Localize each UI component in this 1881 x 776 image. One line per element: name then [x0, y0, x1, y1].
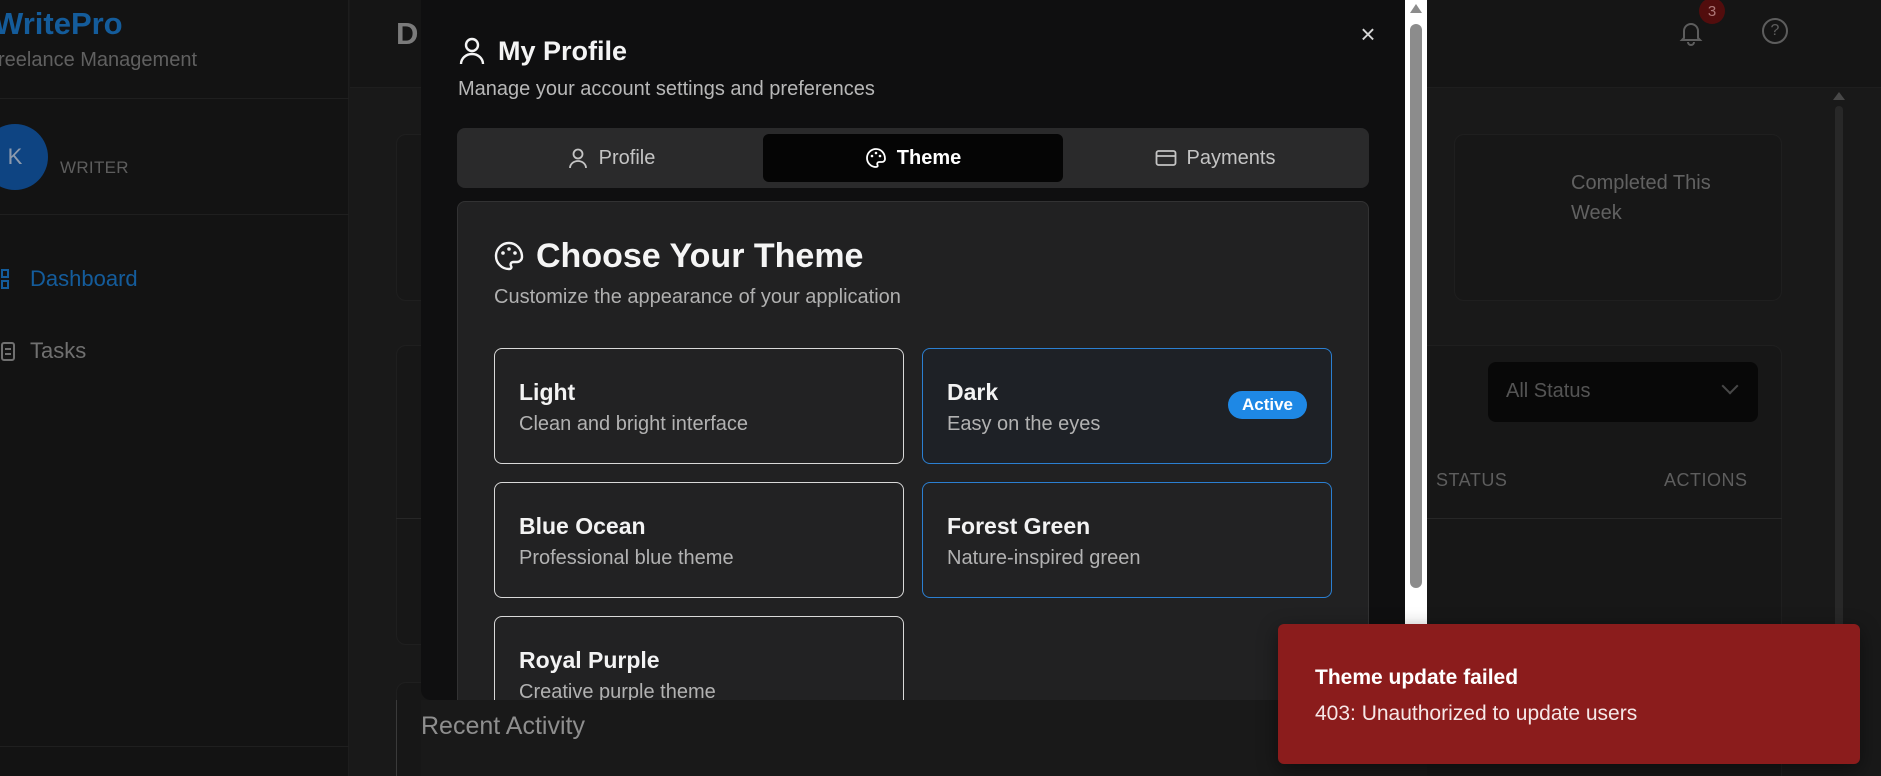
theme-option-forest-green[interactable]: Forest Green Nature-inspired green	[922, 482, 1332, 598]
theme-option-dark[interactable]: Dark Easy on the eyes Active	[922, 348, 1332, 464]
card-edge	[396, 700, 397, 776]
theme-option-name: Blue Ocean	[519, 513, 646, 539]
modal-scrollbar[interactable]	[1405, 0, 1427, 624]
tab-label: Payments	[1186, 146, 1276, 169]
toast-title: Theme update failed	[1315, 666, 1519, 689]
palette-icon	[865, 148, 886, 168]
theme-option-blue-ocean[interactable]: Blue Ocean Professional blue theme	[494, 482, 904, 598]
theme-option-description: Professional blue theme	[519, 547, 734, 569]
scrollbar-thumb[interactable]	[1410, 24, 1422, 588]
tab-label: Theme	[896, 146, 962, 169]
palette-icon	[494, 241, 524, 271]
modal-subtitle: Manage your account settings and prefere…	[458, 78, 875, 100]
theme-section-title: Choose Your Theme	[536, 237, 864, 275]
scroll-up-arrow[interactable]	[1410, 4, 1422, 13]
theme-option-name: Light	[519, 379, 576, 405]
tab-profile[interactable]: Profile	[463, 134, 759, 182]
modal-tabs: Profile Theme Payments	[457, 128, 1369, 188]
theme-option-description: Clean and bright interface	[519, 413, 749, 435]
modal-title: My Profile	[498, 36, 628, 66]
error-toast[interactable]: Theme update failed 403: Unauthorized to…	[1278, 624, 1860, 764]
theme-option-description: Nature-inspired green	[947, 547, 1141, 569]
user-icon	[568, 148, 587, 169]
theme-option-light[interactable]: Light Clean and bright interface	[494, 348, 904, 464]
close-icon[interactable]: ×	[1356, 21, 1380, 47]
tab-theme[interactable]: Theme	[763, 134, 1063, 182]
theme-option-name: Dark	[947, 379, 999, 405]
theme-option-description: Easy on the eyes	[947, 413, 1101, 435]
theme-section-subtitle: Customize the appearance of your applica…	[494, 286, 901, 308]
tab-label: Profile	[598, 146, 656, 169]
active-badge: Active	[1227, 391, 1307, 419]
theme-option-name: Forest Green	[947, 513, 1091, 539]
recent-activity-title: Recent Activity	[421, 712, 585, 740]
theme-option-name: Royal Purple	[519, 647, 660, 673]
credit-card-icon	[1155, 150, 1176, 166]
user-icon	[459, 37, 485, 65]
tab-payments[interactable]: Payments	[1067, 134, 1363, 182]
toast-message: 403: Unauthorized to update users	[1315, 702, 1638, 725]
